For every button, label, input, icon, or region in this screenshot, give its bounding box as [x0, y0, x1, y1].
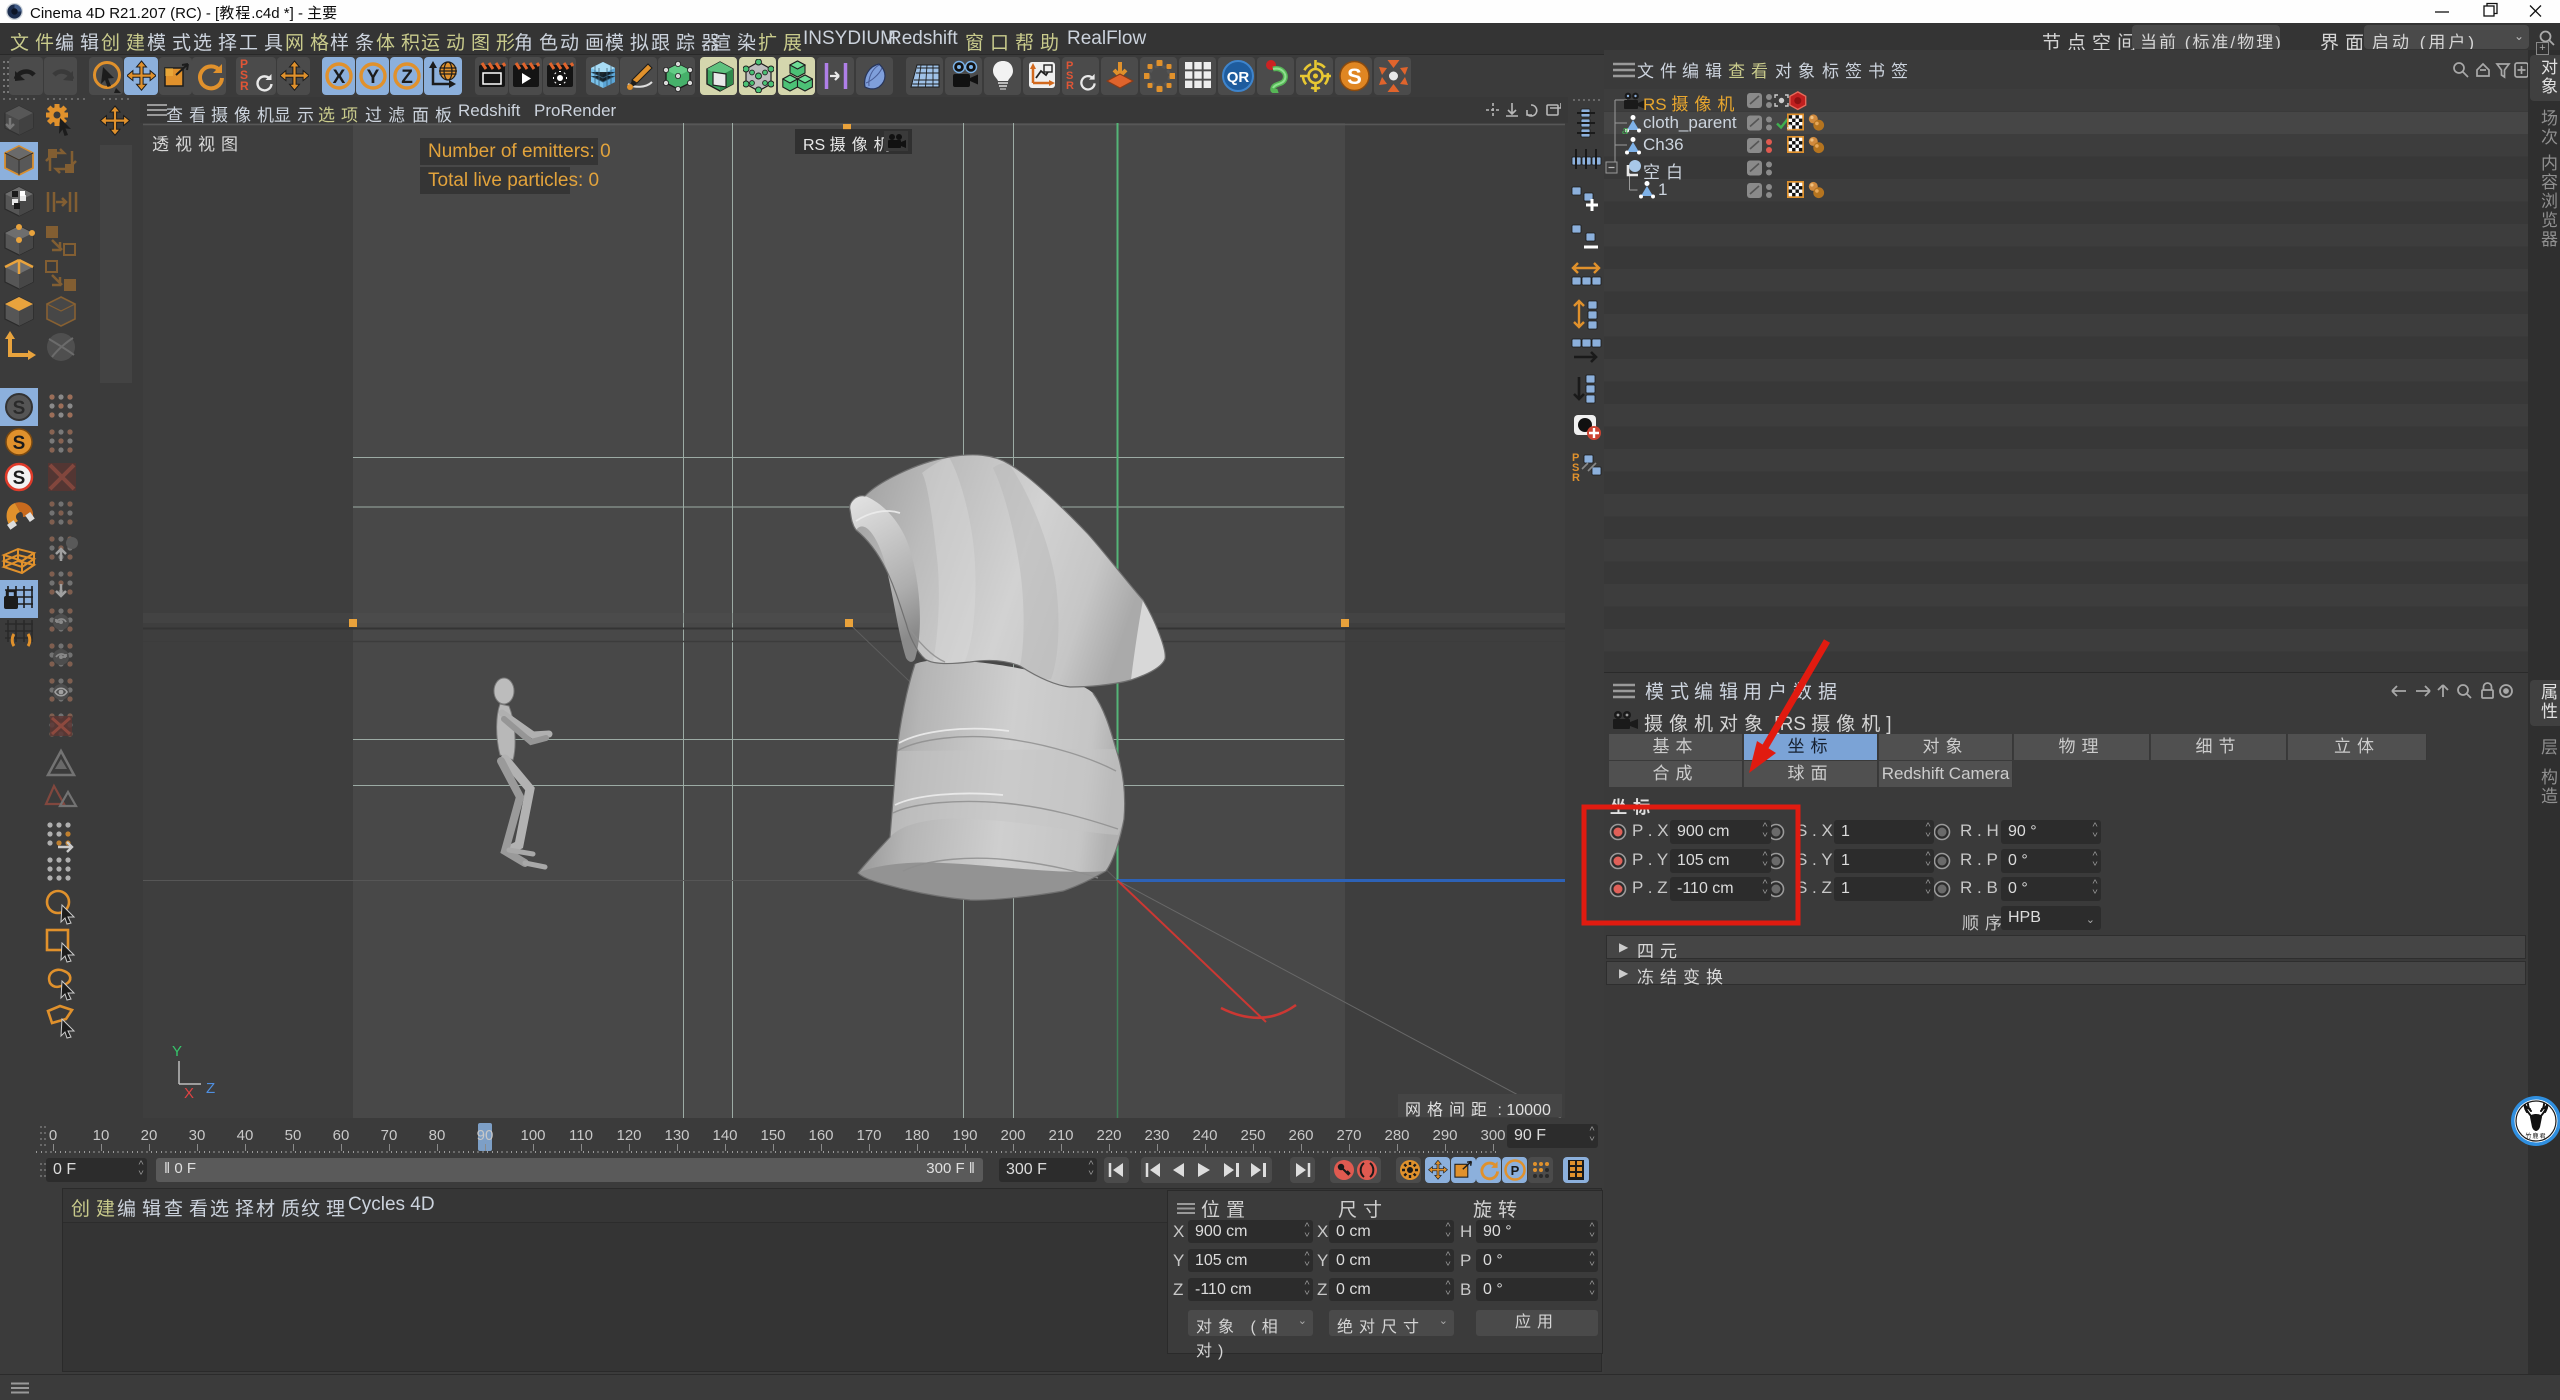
svg-text:Y: Y: [172, 1043, 182, 1060]
svg-text:Y: Y: [367, 67, 380, 88]
svg-text:Z: Z: [401, 67, 413, 88]
svg-text:R: R: [1572, 472, 1580, 484]
svg-text:a: a: [1787, 122, 1792, 132]
svg-text:QR: QR: [1227, 69, 1250, 86]
svg-text:P: P: [1511, 1163, 1520, 1178]
svg-text:a: a: [1622, 125, 1628, 137]
svg-text:S: S: [13, 468, 26, 489]
svg-text:Z: Z: [206, 1080, 215, 1097]
svg-text:X: X: [184, 1085, 194, 1102]
svg-text:竹鹿君: 竹鹿君: [2525, 1132, 2546, 1140]
svg-text:S: S: [1347, 64, 1362, 89]
svg-text:X: X: [333, 67, 346, 88]
svg-text:S: S: [13, 433, 26, 454]
svg-text:S: S: [13, 398, 26, 419]
